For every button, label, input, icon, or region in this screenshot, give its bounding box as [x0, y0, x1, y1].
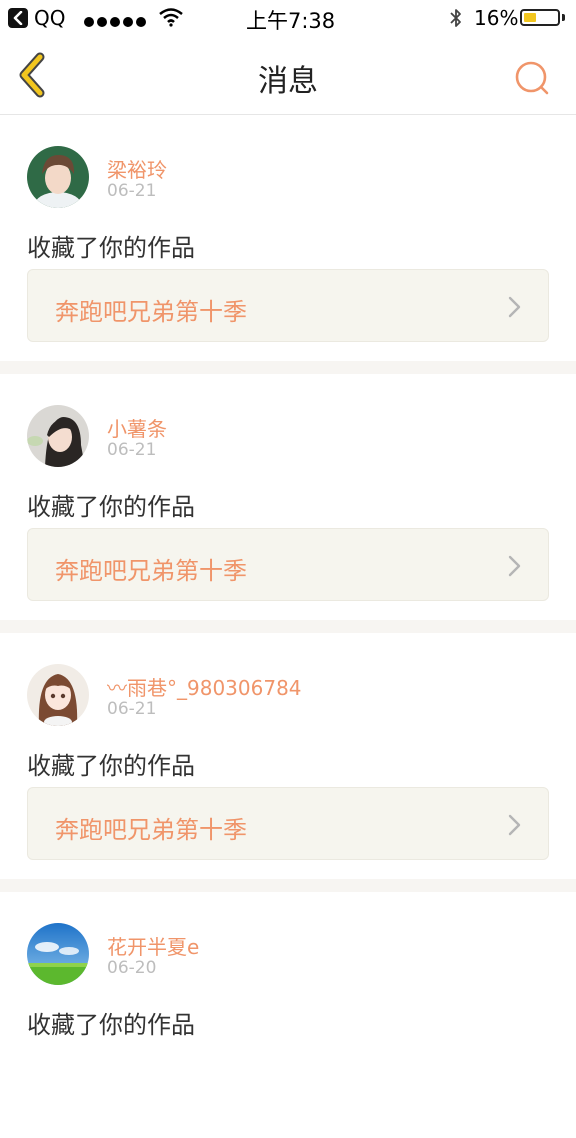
message-item: 〰雨巷°_980306784 06-21 收藏了你的作品 奔跑吧兄弟第十季 — [0, 633, 576, 879]
list-separator — [0, 620, 576, 633]
list-separator — [0, 361, 576, 374]
message-item: 梁裕玲 06-21 收藏了你的作品 奔跑吧兄弟第十季 — [0, 115, 576, 361]
wifi-icon — [159, 8, 183, 27]
work-link-card[interactable]: 奔跑吧兄弟第十季 — [27, 787, 549, 860]
bluetooth-icon — [450, 9, 461, 27]
work-title: 奔跑吧兄弟第十季 — [55, 816, 247, 844]
avatar[interactable] — [27, 146, 89, 208]
message-date: 06-20 — [107, 958, 157, 978]
message-date: 06-21 — [107, 181, 157, 201]
list-separator — [0, 879, 576, 892]
chevron-right-icon — [508, 555, 521, 577]
username[interactable]: 小薯条 — [107, 413, 167, 442]
carrier-label: QQ — [34, 6, 66, 30]
navigation-bar: 消息 — [0, 36, 576, 115]
message-list: 梁裕玲 06-21 收藏了你的作品 奔跑吧兄弟第十季 小薯条 06-21 收藏了… — [0, 115, 576, 1138]
message-item: 花开半夏e 06-20 收藏了你的作品 — [0, 892, 576, 1138]
back-to-app-icon[interactable] — [8, 8, 28, 28]
clock: 上午7:38 — [246, 9, 336, 33]
message-date: 06-21 — [107, 440, 157, 460]
avatar[interactable] — [27, 923, 89, 985]
work-link-card[interactable]: 奔跑吧兄弟第十季 — [27, 269, 549, 342]
message-date: 06-21 — [107, 699, 157, 719]
work-title: 奔跑吧兄弟第十季 — [55, 298, 247, 326]
battery-icon — [520, 9, 560, 26]
username[interactable]: 〰雨巷°_980306784 — [107, 672, 302, 701]
chevron-right-icon — [508, 296, 521, 318]
battery-tip — [562, 14, 565, 21]
search-icon[interactable] — [512, 58, 552, 98]
avatar[interactable] — [27, 664, 89, 726]
work-title: 奔跑吧兄弟第十季 — [55, 557, 247, 585]
battery-percent: 16% — [474, 6, 519, 30]
message-item: 小薯条 06-21 收藏了你的作品 奔跑吧兄弟第十季 — [0, 374, 576, 620]
username[interactable]: 花开半夏e — [107, 931, 199, 960]
message-action-text: 收藏了你的作品 — [27, 752, 195, 780]
status-bar: QQ 上午7:38 16% — [0, 0, 576, 36]
chevron-right-icon — [508, 814, 521, 836]
avatar[interactable] — [27, 405, 89, 467]
page-title: 消息 — [258, 64, 318, 99]
message-action-text: 收藏了你的作品 — [27, 493, 195, 521]
username[interactable]: 梁裕玲 — [107, 154, 167, 183]
work-link-card[interactable]: 奔跑吧兄弟第十季 — [27, 528, 549, 601]
message-action-text: 收藏了你的作品 — [27, 234, 195, 262]
message-action-text: 收藏了你的作品 — [27, 1011, 195, 1039]
signal-strength-icon — [84, 12, 149, 31]
